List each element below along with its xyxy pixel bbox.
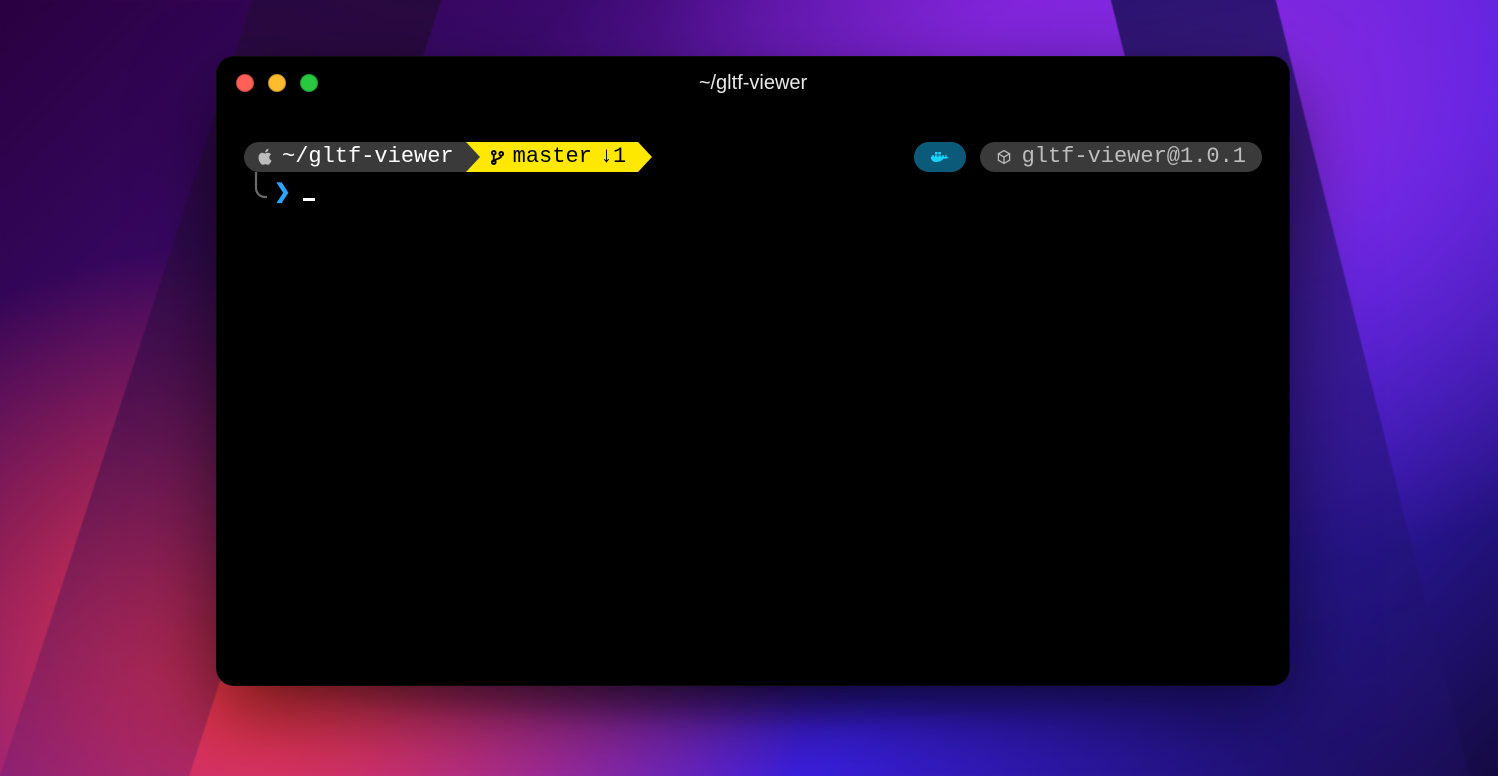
command-input-line[interactable]: ❯	[244, 176, 1262, 210]
prompt-branch-name: master	[513, 142, 592, 172]
zoom-button[interactable]	[300, 74, 318, 92]
apple-icon	[258, 148, 274, 166]
git-branch-icon	[490, 149, 505, 166]
terminal-window: ~/gltf-viewer ~/gltf-viewer	[216, 56, 1290, 686]
window-title: ~/gltf-viewer	[699, 72, 807, 95]
terminal-content[interactable]: ~/gltf-viewer master ↓1	[216, 110, 1290, 210]
package-icon	[996, 149, 1012, 165]
prompt-package-segment: gltf-viewer@1.0.1	[980, 142, 1262, 172]
prompt-docker-segment	[914, 142, 966, 172]
prompt-path-segment: ~/gltf-viewer	[244, 142, 466, 172]
prompt-indicator: ❯	[274, 180, 291, 207]
traffic-lights	[236, 74, 318, 92]
minimize-button[interactable]	[268, 74, 286, 92]
docker-icon	[930, 149, 950, 165]
prompt-package-name: gltf-viewer@1.0.1	[1022, 142, 1246, 172]
cursor	[303, 198, 315, 201]
prompt-branch-segment: master ↓1	[466, 142, 639, 172]
prompt-branch-behind: ↓1	[600, 142, 626, 172]
prompt-path: ~/gltf-viewer	[282, 142, 454, 172]
prompt-line: ~/gltf-viewer master ↓1	[244, 142, 1262, 172]
titlebar: ~/gltf-viewer	[216, 56, 1290, 110]
prompt-continuation-icon	[250, 170, 272, 204]
close-button[interactable]	[236, 74, 254, 92]
